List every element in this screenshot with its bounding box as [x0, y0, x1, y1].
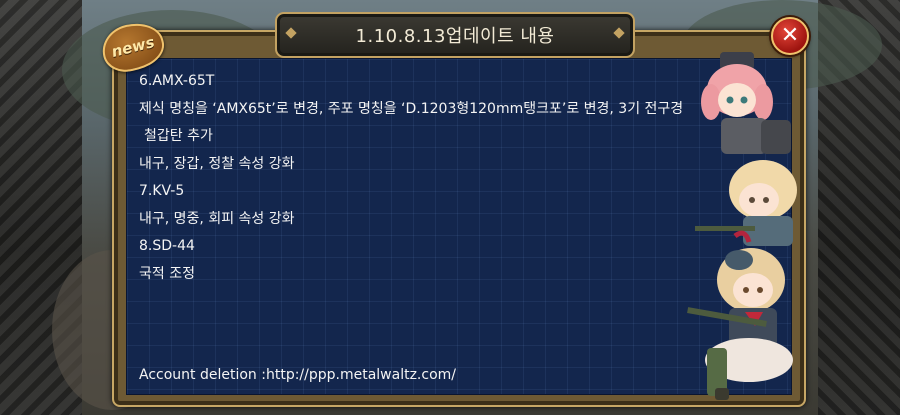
character-blonde-illustration [695, 160, 797, 246]
note-line: 내구, 명중, 회피 속성 강화 [139, 210, 295, 227]
note-line: 8.SD-44 [139, 238, 195, 254]
character-illustrations-art [687, 52, 797, 400]
account-deletion-link[interactable]: Account deletion :http://ppp.metalwaltz.… [139, 367, 456, 383]
note-line: 내구, 장갑, 정찰 속성 강화 [139, 155, 295, 172]
character-pink-hair-illustration [701, 52, 791, 154]
character-illustrations [685, 50, 815, 410]
dialog-title-bar: 1.10.8.13업데이트 내용 [275, 12, 635, 58]
dialog-title: 1.10.8.13업데이트 내용 [355, 26, 555, 47]
update-notes: 6.AMX-65T 제식 명칭을 ‘AMX65t’로 변경, 주포 명칭을 ‘D… [139, 68, 719, 288]
close-icon: ✕ [780, 23, 800, 48]
character-braided-illustration [687, 248, 793, 400]
note-line: 철갑탄 추가 [144, 128, 213, 144]
note-line: 6.AMX-65T [139, 73, 215, 89]
note-line: 7.KV-5 [139, 183, 185, 199]
news-badge-label: news [109, 32, 157, 62]
note-line: 국적 조정 [139, 265, 195, 282]
note-line: 제식 명칭을 ‘AMX65t’로 변경, 주포 명칭을 ‘D.1203형120m… [139, 100, 684, 117]
